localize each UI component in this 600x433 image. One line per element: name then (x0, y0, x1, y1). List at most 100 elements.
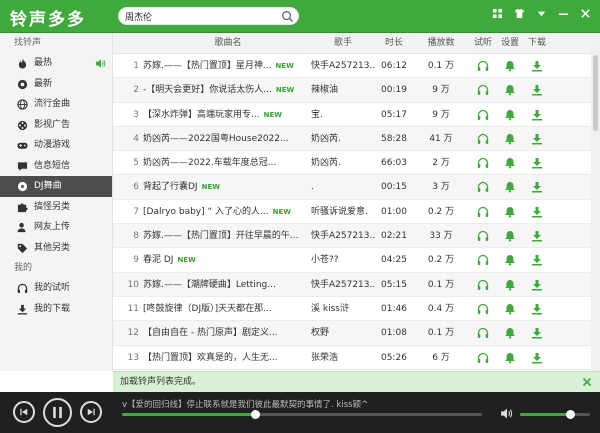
download-icon[interactable] (531, 84, 543, 96)
download-icon[interactable] (531, 181, 543, 193)
table-row[interactable]: 2 -【明天会更好】你说话太伤人... NEW 辣椒油 00:19 9 万 (113, 78, 591, 103)
next-button[interactable] (80, 401, 102, 423)
listen-icon[interactable] (477, 352, 489, 364)
download-icon[interactable] (531, 157, 543, 169)
listen-icon[interactable] (477, 303, 489, 315)
search-input[interactable] (125, 10, 275, 23)
dropdown-icon (537, 11, 545, 16)
listen-icon[interactable] (477, 279, 489, 291)
listen-icon[interactable] (477, 133, 489, 145)
sidebar-item-pop[interactable]: 流行金曲 (0, 94, 112, 115)
minimize-button[interactable] (554, 5, 572, 21)
song-name[interactable]: 奶凶芮——2022国粤House2022... (143, 127, 313, 151)
song-name[interactable]: 春泥 DJ NEW (143, 248, 313, 272)
scrollbar[interactable] (591, 33, 600, 371)
volume-fill (520, 413, 571, 416)
set-ringtone-icon[interactable] (504, 230, 516, 242)
listen-icon[interactable] (477, 254, 489, 266)
set-ringtone-icon[interactable] (504, 303, 516, 315)
song-name[interactable]: -【明天会更好】你说话太伤人... NEW (143, 78, 313, 102)
sidebar-item-funny[interactable]: 搞怪另类 (0, 197, 112, 218)
table-row[interactable]: 5 奶凶芮——2022.车载年度总冠... 奶凶芮. 66:03 2 万 (113, 151, 591, 176)
close-button[interactable] (576, 5, 594, 21)
song-name[interactable]: 苏嫁.——【热门置顶】星月神... NEW (143, 54, 313, 78)
table-row[interactable]: 6 背起了行囊DJ NEW. 00:15 3 万 (113, 175, 591, 200)
listen-icon[interactable] (477, 109, 489, 121)
play-count: 0.1 万 (427, 328, 455, 339)
sidebar-item-film-ad[interactable]: 影视广告 (0, 115, 112, 136)
set-ringtone-icon[interactable] (504, 279, 516, 291)
download-icon[interactable] (531, 109, 543, 121)
song-name[interactable]: 【自由自在 - 热门原声】剧定义... (143, 321, 313, 345)
sidebar-item-new[interactable]: 最新 (0, 74, 112, 95)
set-ringtone-icon[interactable] (504, 254, 516, 266)
previous-button[interactable] (13, 401, 35, 423)
sidebar-item-other[interactable]: 其他另类 (0, 238, 112, 259)
set-ringtone-icon[interactable] (504, 60, 516, 72)
sidebar-item-dj[interactable]: DJ舞曲 (0, 176, 112, 197)
set-ringtone-icon[interactable] (504, 109, 516, 121)
table-row[interactable]: 12 【自由自在 - 热门原声】剧定义... 权野 01:08 0.1 万 (113, 321, 591, 346)
download-icon[interactable] (531, 352, 543, 364)
pause-button[interactable] (43, 398, 72, 427)
song-name[interactable]: [咚鼓旋律（DJ版）]天天都在那... (143, 297, 313, 321)
skin-button[interactable] (510, 5, 528, 21)
song-name[interactable]: 苏嫁.——【热门置顶】开往早晨的午... (143, 224, 313, 248)
sidebar-item-sms[interactable]: 信息短信 (0, 156, 112, 177)
song-name[interactable]: 【深水炸弹】高端玩家用专... NEW (143, 103, 313, 127)
progress-knob[interactable] (251, 410, 261, 419)
listen-icon[interactable] (477, 327, 489, 339)
search-icon[interactable] (281, 10, 294, 23)
table-row[interactable]: 13 【热门置顶】欢真是的，人生无... 张荣浩 05:26 6 万 (113, 346, 591, 370)
listen-icon[interactable] (477, 230, 489, 242)
progress-bar[interactable] (122, 410, 482, 419)
download-icon[interactable] (531, 279, 543, 291)
menu-button[interactable] (532, 5, 550, 21)
download-icon[interactable] (531, 133, 543, 145)
listen-icon[interactable] (477, 206, 489, 218)
table-row[interactable]: 8 苏嫁.——【热门置顶】开往早晨的午... 快手A257213... 02:21 33… (113, 224, 591, 249)
download-icon[interactable] (531, 60, 543, 72)
listen-icon[interactable] (477, 181, 489, 193)
sidebar-item-hot[interactable]: 最热 (0, 53, 112, 74)
set-ringtone-icon[interactable] (504, 84, 516, 96)
sidebar-item-my-listen[interactable]: 我的试听 (0, 278, 112, 299)
song-name[interactable]: 奶凶芮——2022.车载年度总冠... (143, 151, 313, 175)
sidebar-item-my-download[interactable]: 我的下载 (0, 299, 112, 320)
volume-slider[interactable] (520, 410, 590, 419)
sidebar-item-anime-game[interactable]: 动漫游戏 (0, 135, 112, 156)
download-icon[interactable] (531, 327, 543, 339)
listen-icon[interactable] (477, 84, 489, 96)
set-ringtone-icon[interactable] (504, 157, 516, 169)
song-name[interactable]: 【热门置顶】欢真是的，人生无... (143, 346, 313, 370)
set-ringtone-icon[interactable] (504, 352, 516, 364)
song-name[interactable]: 苏嫁.——【潮牌硬曲】Letting... (143, 273, 313, 297)
set-ringtone-icon[interactable] (504, 206, 516, 218)
search-box[interactable] (118, 7, 299, 25)
table-row[interactable]: 4 奶凶芮——2022国粤House2022... 奶凶芮. 58:28 41 万 (113, 126, 591, 152)
table-row[interactable]: 3 【深水炸弹】高端玩家用专... NEW 宝. 05:17 9 万 (113, 103, 591, 127)
download-icon[interactable] (531, 303, 543, 315)
song-name[interactable]: 背起了行囊DJ NEW (143, 175, 313, 199)
table-row[interactable]: 1 苏嫁.——【热门置顶】星月神... NEW 快手A257213... 06:12 0.… (113, 54, 591, 79)
download-icon[interactable] (531, 254, 543, 266)
download-icon[interactable] (531, 230, 543, 242)
set-ringtone-icon[interactable] (504, 327, 516, 339)
table-row[interactable]: 9 春泥 DJ NEW 小苍?? 04:25 0.2 万 (113, 248, 591, 273)
set-ringtone-icon[interactable] (504, 133, 516, 145)
previous-icon (20, 408, 28, 416)
sidebar-item-user-upload[interactable]: 网友上传 (0, 217, 112, 238)
scrollbar-thumb[interactable] (593, 55, 598, 131)
download-icon[interactable] (531, 206, 543, 218)
table-row[interactable]: 11 [咚鼓旋律（DJ版）]天天都在那... 溪 kiss浒 01:46 0.4 万 (113, 297, 591, 322)
volume-knob[interactable] (566, 410, 576, 419)
table-row[interactable]: 10 苏嫁.——【潮牌硬曲】Letting... 快手A257213... 05:15… (113, 272, 591, 297)
grid-menu-button[interactable] (488, 5, 506, 21)
set-ringtone-icon[interactable] (504, 181, 516, 193)
listen-icon[interactable] (477, 157, 489, 169)
close-status-icon[interactable] (582, 377, 592, 387)
song-name[interactable]: [Dalryo baby] “ 入了心的人... NEW (143, 200, 313, 224)
volume-icon[interactable] (500, 407, 513, 420)
table-row[interactable]: 7 [Dalryo baby] “ 入了心的人... NEW 听骚诉说爱意. 01:00… (113, 200, 591, 225)
listen-icon[interactable] (477, 60, 489, 72)
